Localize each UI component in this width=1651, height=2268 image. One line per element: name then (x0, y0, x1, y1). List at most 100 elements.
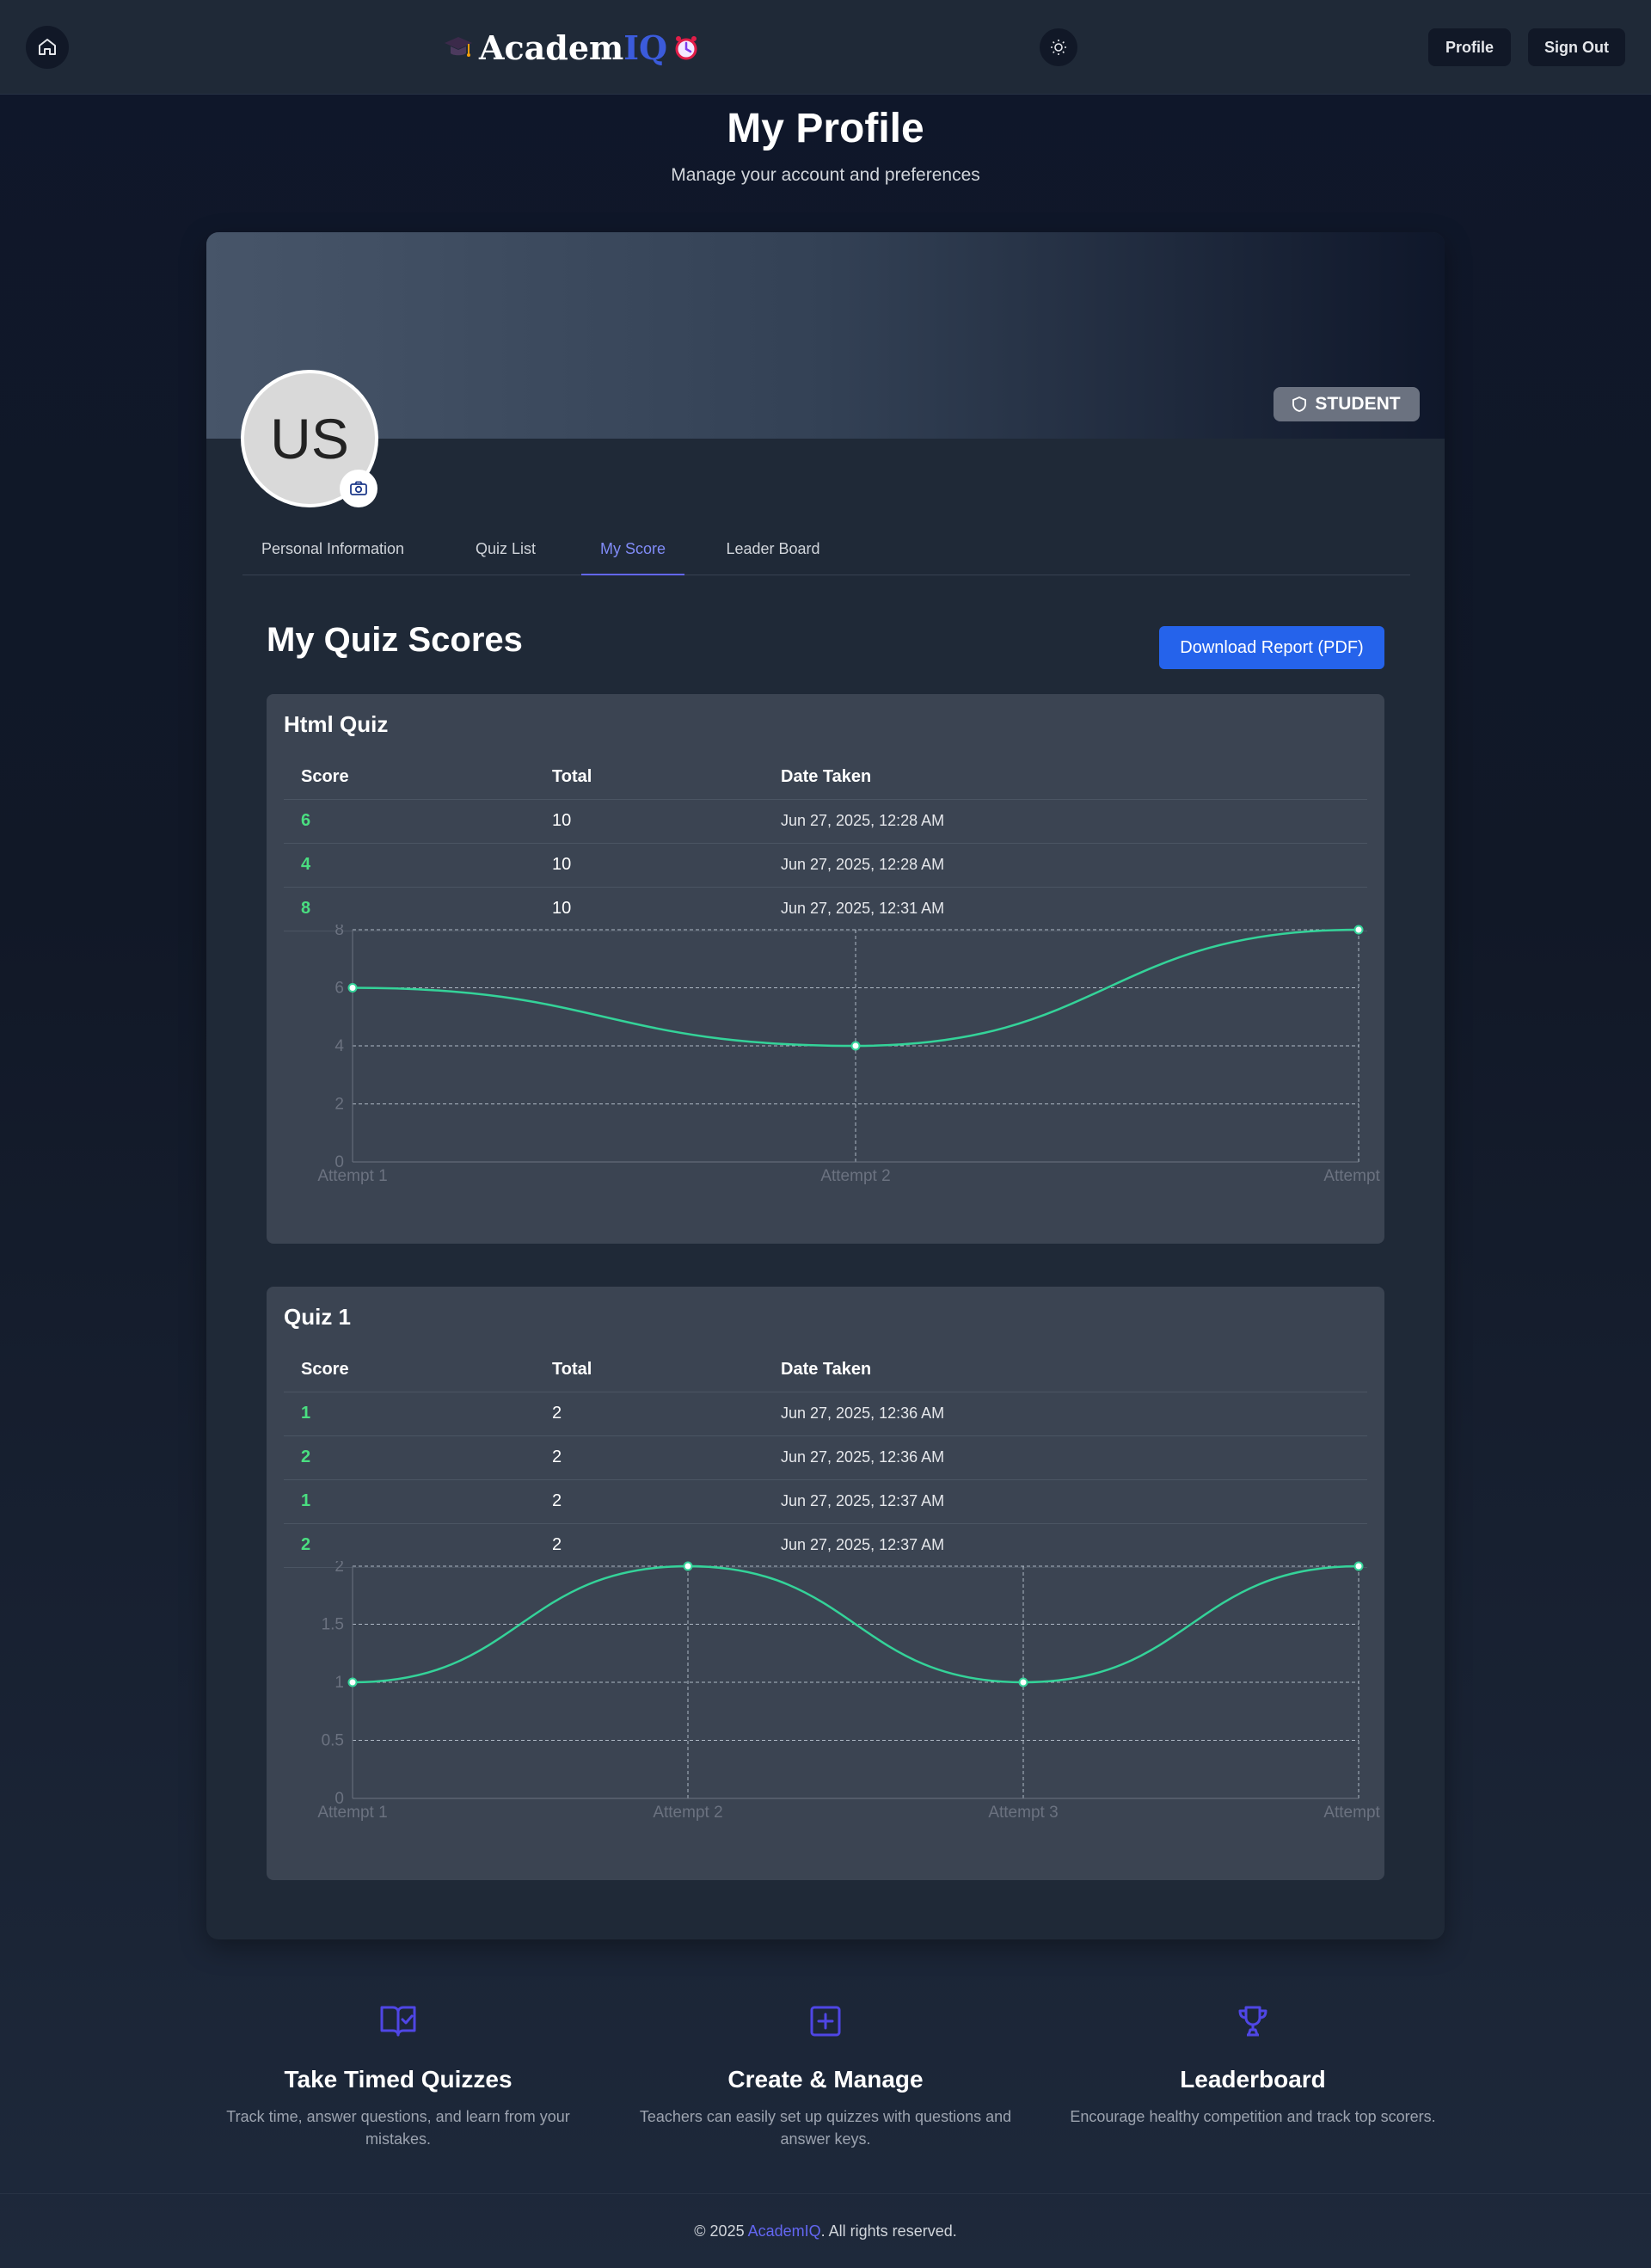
x-tick-label: Attempt 4 (1323, 1804, 1384, 1822)
plus-square-icon (810, 2006, 841, 2037)
logo-text: AcademIQ (479, 28, 668, 67)
quiz-panel: Html Quiz Score Total Date Taken 6 10 Ju… (267, 694, 1384, 1244)
total-cell: 2 (535, 1479, 764, 1524)
data-point (850, 1041, 861, 1051)
page-subtitle: Manage your account and preferences (671, 165, 980, 185)
change-avatar-button[interactable] (340, 470, 377, 507)
logo-accent: IQ (623, 28, 668, 67)
footer-rights: . All rights reserved. (820, 2222, 957, 2240)
y-tick-label: 4 (334, 1037, 344, 1055)
data-point (683, 1561, 693, 1571)
date-cell: Jun 27, 2025, 12:36 AM (764, 1392, 1367, 1436)
score-table: Score Total Date Taken 6 10 Jun 27, 2025… (284, 756, 1367, 931)
y-tick-label: 0.5 (322, 1732, 344, 1750)
total-cell: 2 (535, 1435, 764, 1480)
data-point (1353, 1561, 1364, 1571)
x-tick-label: Attempt 2 (653, 1804, 722, 1822)
score-line-chart: 00.511.52Attempt 1 Attempt 2 Attempt 3 Atte… (317, 1561, 1384, 1822)
trophy-icon (1238, 2006, 1267, 2037)
home-button[interactable] (26, 26, 69, 69)
data-point (347, 1677, 358, 1687)
app-logo[interactable]: AcademIQ (443, 26, 700, 69)
x-tick-label: Attempt 2 (820, 1167, 890, 1185)
score-cell: 1 (284, 1479, 535, 1524)
date-cell: Jun 27, 2025, 12:36 AM (764, 1435, 1367, 1480)
quiz-name: Quiz 1 (284, 1304, 352, 1330)
section-title: My Quiz Scores (267, 621, 523, 659)
profile-card: STUDENT US Personal Information Quiz Lis… (206, 232, 1445, 1939)
y-tick-label: 6 (334, 980, 344, 998)
x-tick-label: Attempt 1 (317, 1804, 387, 1822)
date-cell: Jun 27, 2025, 12:37 AM (764, 1479, 1367, 1524)
quiz-panel: Quiz 1 Score Total Date Taken 1 2 Jun 27… (267, 1287, 1384, 1880)
tab-quiz-list[interactable]: Quiz List (461, 529, 550, 575)
score-cell: 2 (284, 1435, 535, 1480)
column-header-date: Date Taken (764, 1349, 1367, 1392)
score-line-chart: 02468Attempt 1Attempt 2Attempt 3 (317, 925, 1384, 1185)
y-tick-label: 2 (334, 1096, 344, 1114)
tab-leader-board[interactable]: Leader Board (715, 529, 831, 575)
x-tick-label: Attempt 3 (988, 1804, 1058, 1822)
theme-toggle-button[interactable] (1040, 28, 1077, 66)
column-header-date: Date Taken (764, 756, 1367, 800)
score-table: Score Total Date Taken 1 2 Jun 27, 2025,… (284, 1349, 1367, 1568)
tab-personal-information[interactable]: Personal Information (242, 529, 423, 575)
table-header-row: Score Total Date Taken (284, 1349, 1367, 1392)
feature-create-manage: Create & Manage Teachers can easily set … (636, 2004, 1015, 2150)
score-cell: 6 (284, 799, 535, 844)
x-tick-label: Attempt 3 (1323, 1167, 1384, 1185)
footer-copyright: © 2025 (694, 2222, 748, 2240)
column-header-total: Total (535, 756, 764, 800)
download-report-button[interactable]: Download Report (PDF) (1159, 626, 1384, 669)
score-cell: 1 (284, 1392, 535, 1436)
feature-timed-quizzes: Take Timed Quizzes Track time, answer qu… (209, 2004, 587, 2150)
sign-out-button[interactable]: Sign Out (1528, 28, 1625, 66)
y-tick-label: 1 (334, 1674, 344, 1692)
y-tick-label: 1.5 (322, 1616, 344, 1634)
footer: © 2025 AcademIQ. All rights reserved. (0, 2193, 1651, 2268)
profile-button[interactable]: Profile (1428, 28, 1511, 66)
column-header-score: Score (284, 1349, 535, 1392)
table-row: 2 2 Jun 27, 2025, 12:36 AM (284, 1435, 1367, 1480)
top-navbar: AcademIQ Profile Sign Out (0, 0, 1651, 95)
profile-banner (206, 232, 1445, 439)
page-title: My Profile (727, 106, 924, 151)
book-check-icon (380, 2006, 416, 2037)
table-row: 1 2 Jun 27, 2025, 12:37 AM (284, 1479, 1367, 1524)
feature-title: Take Timed Quizzes (284, 2066, 512, 2093)
data-point (347, 983, 358, 993)
tab-my-score[interactable]: My Score (581, 529, 684, 575)
feature-leaderboard: Leaderboard Encourage healthy competitio… (1064, 2004, 1442, 2128)
sun-icon (1051, 40, 1066, 55)
quiz-name: Html Quiz (284, 711, 389, 737)
table-row: 4 10 Jun 27, 2025, 12:28 AM (284, 843, 1367, 888)
footer-brand-link[interactable]: AcademIQ (748, 2222, 821, 2240)
role-label: STUDENT (1315, 394, 1401, 414)
y-tick-label: 2 (334, 1561, 344, 1576)
feature-description: Track time, answer questions, and learn … (226, 2108, 570, 2148)
alarm-clock-icon (675, 36, 697, 60)
shield-icon (1292, 396, 1307, 412)
profile-tabs: Personal Information Quiz List My Score … (242, 529, 1410, 575)
graduation-cap-icon (445, 37, 472, 57)
total-cell: 10 (535, 843, 764, 888)
camera-icon (350, 481, 367, 495)
date-cell: Jun 27, 2025, 12:28 AM (764, 799, 1367, 844)
score-cell: 4 (284, 843, 535, 888)
total-cell: 10 (535, 799, 764, 844)
feature-description: Teachers can easily set up quizzes with … (639, 2108, 1012, 2148)
date-cell: Jun 27, 2025, 12:28 AM (764, 843, 1367, 888)
x-tick-label: Attempt 1 (317, 1167, 387, 1185)
home-icon (39, 39, 56, 55)
total-cell: 2 (535, 1392, 764, 1436)
table-row: 1 2 Jun 27, 2025, 12:36 AM (284, 1392, 1367, 1436)
table-row: 6 10 Jun 27, 2025, 12:28 AM (284, 799, 1367, 844)
table-header-row: Score Total Date Taken (284, 756, 1367, 800)
role-badge: STUDENT (1274, 387, 1420, 421)
y-tick-label: 8 (334, 925, 344, 939)
feature-title: Leaderboard (1180, 2066, 1326, 2093)
feature-title: Create & Manage (727, 2066, 924, 2093)
column-header-score: Score (284, 756, 535, 800)
feature-description: Encourage healthy competition and track … (1070, 2108, 1436, 2125)
column-header-total: Total (535, 1349, 764, 1392)
